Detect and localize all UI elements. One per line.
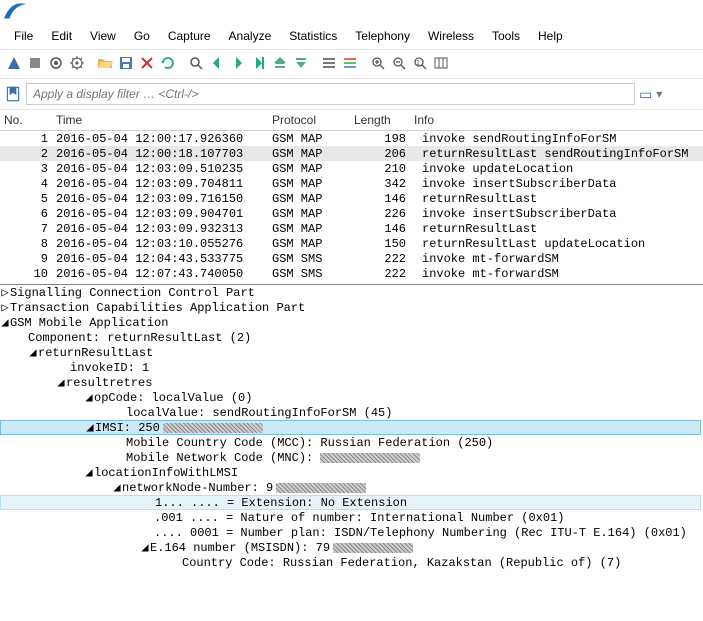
tree-item[interactable]: Mobile Country Code (MCC): Russian Feder… xyxy=(0,435,703,450)
menu-go[interactable]: Go xyxy=(126,27,158,45)
menubar: File Edit View Go Capture Analyze Statis… xyxy=(0,20,703,49)
tree-item[interactable]: invokeID: 1 xyxy=(0,360,703,375)
zoom-reset-icon[interactable]: 1 xyxy=(410,53,430,73)
redacted-value xyxy=(333,543,413,553)
colorize-icon[interactable] xyxy=(340,53,360,73)
tree-item[interactable]: ◢returnResultLast xyxy=(0,345,703,360)
col-header-length[interactable]: Length xyxy=(350,113,410,127)
menu-wireless[interactable]: Wireless xyxy=(420,27,482,45)
chevron-down-icon: ◢ xyxy=(84,390,94,405)
tree-item[interactable]: .001 .... = Nature of number: Internatio… xyxy=(0,510,703,525)
packet-row[interactable]: 92016-05-04 12:04:43.533775GSM SMS222inv… xyxy=(0,251,703,266)
save-file-icon[interactable] xyxy=(116,53,136,73)
go-forward-icon[interactable] xyxy=(228,53,248,73)
close-file-icon[interactable] xyxy=(137,53,157,73)
tree-item[interactable]: ◢locationInfoWithLMSI xyxy=(0,465,703,480)
packet-row[interactable]: 82016-05-04 12:03:10.055276GSM MAP150ret… xyxy=(0,236,703,251)
restart-capture-icon[interactable] xyxy=(46,53,66,73)
find-icon[interactable] xyxy=(186,53,206,73)
svg-text:1: 1 xyxy=(416,60,420,67)
tree-item[interactable]: ◢resultretres xyxy=(0,375,703,390)
zoom-in-icon[interactable] xyxy=(368,53,388,73)
tree-item[interactable]: ◢GSM Mobile Application xyxy=(0,315,703,330)
col-header-proto[interactable]: Protocol xyxy=(268,113,350,127)
packet-row[interactable]: 102016-05-04 12:07:43.740050GSM SMS222in… xyxy=(0,266,703,281)
chevron-down-icon: ◢ xyxy=(28,345,38,360)
go-last-icon[interactable] xyxy=(291,53,311,73)
packet-row[interactable]: 32016-05-04 12:03:09.510235GSM MAP210inv… xyxy=(0,161,703,176)
chevron-down-icon: ◢ xyxy=(56,375,66,390)
display-filter-input[interactable] xyxy=(26,83,635,105)
redacted-value xyxy=(276,483,366,493)
expression-icon[interactable]: ▭ xyxy=(639,86,652,103)
packet-list-header: No. Time Protocol Length Info xyxy=(0,110,703,131)
go-first-icon[interactable] xyxy=(270,53,290,73)
menu-edit[interactable]: Edit xyxy=(43,27,80,45)
packet-row[interactable]: 62016-05-04 12:03:09.904701GSM MAP226inv… xyxy=(0,206,703,221)
packet-details-pane: ▷Signalling Connection Control Part ▷Tra… xyxy=(0,285,703,574)
options-icon[interactable] xyxy=(67,53,87,73)
chevron-down-icon: ◢ xyxy=(85,420,95,435)
menu-file[interactable]: File xyxy=(6,27,41,45)
packet-row[interactable]: 52016-05-04 12:03:09.716150GSM MAP146ret… xyxy=(0,191,703,206)
tree-item[interactable]: ◢networkNode-Number: 9 xyxy=(0,480,703,495)
tree-item-selected[interactable]: ◢IMSI: 250 xyxy=(0,420,701,435)
menu-analyze[interactable]: Analyze xyxy=(221,27,280,45)
open-file-icon[interactable] xyxy=(95,53,115,73)
menu-help[interactable]: Help xyxy=(530,27,571,45)
tree-item[interactable]: .... 0001 = Number plan: ISDN/Telephony … xyxy=(0,525,703,540)
stop-capture-icon[interactable] xyxy=(25,53,45,73)
app-logo-icon xyxy=(4,2,26,20)
menu-view[interactable]: View xyxy=(82,27,124,45)
toolbar: 1 xyxy=(0,49,703,79)
tree-item[interactable]: ▷Signalling Connection Control Part xyxy=(0,285,703,300)
tree-item[interactable]: Country Code: Russian Federation, Kazaks… xyxy=(0,555,703,570)
filter-dropdown-icon[interactable]: ▾ xyxy=(656,87,662,101)
menu-tools[interactable]: Tools xyxy=(484,27,528,45)
go-back-icon[interactable] xyxy=(207,53,227,73)
packet-row[interactable]: 22016-05-04 12:00:18.107703GSM MAP206ret… xyxy=(0,146,703,161)
menu-statistics[interactable]: Statistics xyxy=(281,27,345,45)
tree-item[interactable]: Mobile Network Code (MNC): xyxy=(0,450,703,465)
chevron-down-icon: ◢ xyxy=(84,465,94,480)
redacted-value xyxy=(163,423,263,433)
chevron-down-icon: ◢ xyxy=(0,315,10,330)
autoscroll-icon[interactable] xyxy=(319,53,339,73)
packet-row[interactable]: 42016-05-04 12:03:09.704811GSM MAP342inv… xyxy=(0,176,703,191)
packet-row[interactable]: 12016-05-04 12:00:17.926360GSM MAP198inv… xyxy=(0,131,703,146)
col-header-time[interactable]: Time xyxy=(52,113,268,127)
tree-item-highlighted[interactable]: 1... .... = Extension: No Extension xyxy=(0,495,701,510)
tree-item[interactable]: ▷Transaction Capabilities Application Pa… xyxy=(0,300,703,315)
jump-to-icon[interactable] xyxy=(249,53,269,73)
chevron-right-icon: ▷ xyxy=(0,285,10,300)
packet-row[interactable]: 72016-05-04 12:03:09.932313GSM MAP146ret… xyxy=(0,221,703,236)
menu-telephony[interactable]: Telephony xyxy=(347,27,418,45)
tree-item[interactable]: ◢E.164 number (MSISDN): 79 xyxy=(0,540,703,555)
chevron-right-icon: ▷ xyxy=(0,300,10,315)
tree-item[interactable]: localValue: sendRoutingInfoForSM (45) xyxy=(0,405,703,420)
col-header-no[interactable]: No. xyxy=(0,113,52,127)
chevron-down-icon: ◢ xyxy=(140,540,150,555)
bookmark-filter-icon[interactable] xyxy=(4,85,22,103)
menu-capture[interactable]: Capture xyxy=(160,27,219,45)
resize-columns-icon[interactable] xyxy=(431,53,451,73)
start-capture-icon[interactable] xyxy=(4,53,24,73)
tree-item[interactable]: Component: returnResultLast (2) xyxy=(0,330,703,345)
zoom-out-icon[interactable] xyxy=(389,53,409,73)
redacted-value xyxy=(320,453,420,463)
filter-bar: ▭ ▾ xyxy=(0,79,703,110)
tree-item[interactable]: ◢opCode: localValue (0) xyxy=(0,390,703,405)
col-header-info[interactable]: Info xyxy=(410,113,703,127)
packet-list-pane: No. Time Protocol Length Info 12016-05-0… xyxy=(0,110,703,285)
reload-icon[interactable] xyxy=(158,53,178,73)
chevron-down-icon: ◢ xyxy=(112,480,122,495)
